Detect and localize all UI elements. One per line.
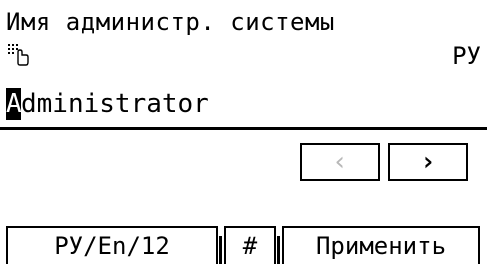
screen: Имя администр. системы РУ Administrator … [0, 0, 487, 264]
apply-label: Применить [315, 232, 447, 260]
chevron-right-icon: › [420, 147, 436, 177]
apply-button[interactable]: Применить [282, 226, 480, 264]
input-value: dministrator [21, 89, 209, 119]
cursor-right-button[interactable]: › [388, 143, 468, 181]
softkey-bar: РУ/En/12 # Применить [0, 226, 487, 264]
keypad-touch-icon [8, 44, 32, 66]
input-mode-label: РУ/En/12 [54, 232, 170, 260]
symbol-button[interactable]: # [224, 226, 276, 264]
page-title: Имя администр. системы [6, 8, 335, 36]
chevron-left-icon: ‹ [332, 147, 348, 177]
text-cursor: A [6, 88, 22, 120]
input-mode-button[interactable]: РУ/En/12 [6, 226, 218, 264]
input-mode-indicator: РУ [452, 42, 481, 70]
divider [277, 236, 280, 264]
cursor-left-button[interactable]: ‹ [300, 143, 380, 181]
divider [0, 127, 487, 130]
divider [219, 236, 222, 264]
symbol-label: # [242, 232, 258, 260]
text-input-field[interactable]: Administrator [6, 88, 209, 120]
